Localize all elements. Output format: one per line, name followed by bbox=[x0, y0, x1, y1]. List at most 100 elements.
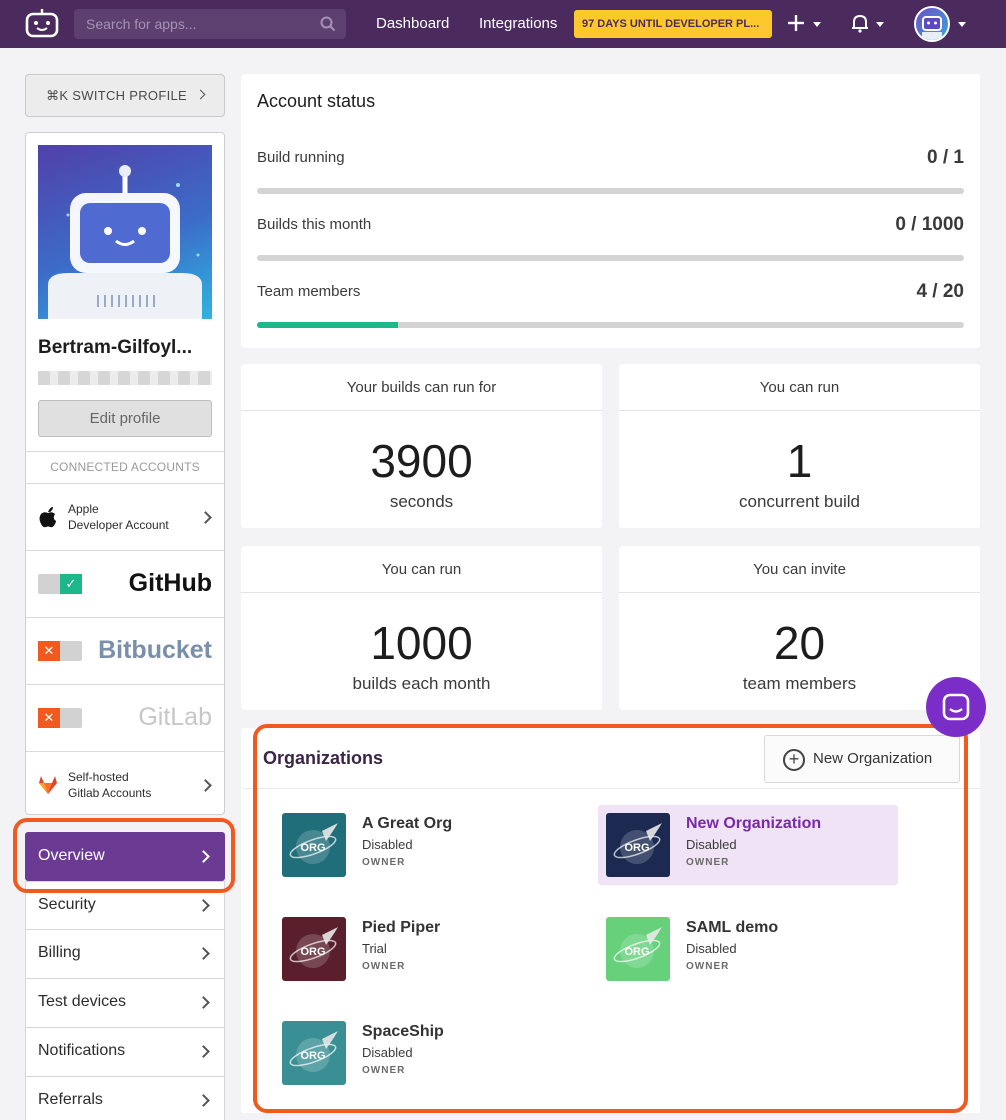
chevron-right-icon bbox=[197, 850, 210, 863]
github-logo: GitHub bbox=[128, 569, 212, 597]
org-status: Disabled bbox=[686, 837, 737, 852]
chevron-right-icon bbox=[197, 947, 210, 960]
build-running-value: 0 / 1 bbox=[927, 147, 964, 168]
bitrise-logo-icon[interactable] bbox=[24, 8, 60, 38]
sidebar-item-referrals[interactable]: Referrals bbox=[25, 1077, 225, 1120]
organization-tile[interactable]: ORG SAML demo Disabled OWNER bbox=[598, 909, 898, 989]
self-hosted-gitlab-label: Self-hosted Gitlab Accounts bbox=[68, 769, 151, 801]
apple-account-label: Apple Developer Account bbox=[68, 501, 169, 533]
org-name: SAML demo bbox=[686, 919, 779, 936]
apple-icon bbox=[39, 507, 56, 528]
stat-number: 20 bbox=[773, 617, 826, 669]
profile-email-redacted bbox=[38, 371, 212, 385]
org-name: A Great Org bbox=[362, 815, 453, 832]
organization-tile[interactable]: ORG Pied Piper Trial OWNER bbox=[274, 909, 574, 989]
sidebar-item-label: Test devices bbox=[38, 993, 127, 1010]
chevron-right-icon bbox=[199, 511, 212, 524]
stat-header: You can run bbox=[241, 546, 602, 593]
org-logo-text: ORG bbox=[300, 946, 325, 958]
chat-support-button[interactable] bbox=[926, 677, 986, 737]
trial-banner[interactable]: 97 DAYS UNTIL DEVELOPER PL... bbox=[574, 10, 772, 38]
team-members-label: Team members bbox=[257, 283, 361, 300]
edit-profile-button[interactable]: Edit profile bbox=[38, 400, 212, 437]
bell-icon[interactable] bbox=[850, 12, 870, 34]
account-chevron-icon[interactable] bbox=[958, 22, 966, 27]
new-organization-button[interactable]: + New Organization bbox=[764, 735, 960, 783]
check-icon: ✓ bbox=[60, 574, 82, 594]
build-running-label: Build running bbox=[257, 149, 345, 166]
stat-card-monthly-builds: You can run 1000 builds each month bbox=[241, 546, 602, 710]
nav-dashboard-link[interactable]: Dashboard bbox=[376, 15, 449, 32]
account-status-card: Account status Build running 0 / 1 Build… bbox=[241, 74, 980, 348]
chevron-right-icon bbox=[195, 89, 206, 100]
chat-icon bbox=[942, 693, 970, 721]
switch-profile-button[interactable]: ⌘K SWITCH PROFILE bbox=[25, 74, 225, 117]
stat-number: 1 bbox=[786, 435, 813, 487]
chevron-right-icon bbox=[197, 996, 210, 1009]
org-name: New Organization bbox=[686, 815, 822, 832]
apple-label-line2: Developer Account bbox=[68, 518, 169, 532]
self-hosted-gitlab-row[interactable]: Self-hosted Gitlab Accounts bbox=[26, 751, 224, 814]
account-status-title: Account status bbox=[257, 91, 376, 111]
apple-developer-account-row[interactable]: Apple Developer Account bbox=[26, 483, 224, 550]
apple-label-line1: Apple bbox=[68, 502, 99, 516]
sidebar-item-notifications[interactable]: Notifications bbox=[25, 1028, 225, 1077]
org-status: Trial bbox=[362, 941, 387, 956]
gitlab-account-row[interactable]: ✕ GitLab bbox=[26, 684, 224, 751]
stat-card-build-time: Your builds can run for 3900 seconds bbox=[241, 364, 602, 528]
github-connection-toggle[interactable]: ✓ bbox=[38, 574, 82, 594]
github-account-row[interactable]: ✓ GitHub bbox=[26, 550, 224, 617]
bitbucket-account-row[interactable]: ✕ Bitbucket bbox=[26, 617, 224, 684]
organization-tile[interactable]: ORG SpaceShip Disabled OWNER bbox=[274, 1013, 574, 1093]
sidebar-item-billing[interactable]: Billing bbox=[25, 930, 225, 979]
org-name: SpaceShip bbox=[362, 1023, 444, 1040]
org-rocket-icon: ORG bbox=[606, 813, 670, 877]
team-members-progress bbox=[257, 322, 964, 328]
stat-unit: team members bbox=[742, 674, 857, 693]
gitlab-label-line1: Self-hosted bbox=[68, 770, 129, 784]
sidebar-item-security[interactable]: Security bbox=[25, 881, 225, 930]
nav-integrations-link[interactable]: Integrations bbox=[479, 15, 557, 32]
org-status: Disabled bbox=[686, 941, 737, 956]
stat-unit: concurrent build bbox=[739, 492, 860, 511]
org-role: OWNER bbox=[686, 857, 730, 868]
org-status: Disabled bbox=[362, 837, 413, 852]
organization-tile[interactable]: ORG New Organization Disabled OWNER bbox=[598, 805, 898, 885]
gitlab-connection-toggle[interactable]: ✕ bbox=[38, 708, 82, 728]
robot-avatar-icon bbox=[922, 16, 942, 40]
chevron-right-icon bbox=[197, 1094, 210, 1107]
org-logo: ORG bbox=[282, 1021, 346, 1085]
sidebar-item-label: Notifications bbox=[38, 1042, 126, 1059]
builds-month-value: 0 / 1000 bbox=[895, 214, 964, 235]
plus-circle-icon: + bbox=[783, 749, 805, 771]
sidebar-item-test-devices[interactable]: Test devices bbox=[25, 979, 225, 1028]
add-menu-chevron-icon[interactable] bbox=[813, 22, 821, 27]
chevron-right-icon bbox=[199, 779, 212, 792]
organizations-title: Organizations bbox=[263, 748, 384, 768]
notifications-chevron-icon[interactable] bbox=[876, 22, 884, 27]
stat-header: Your builds can run for bbox=[241, 364, 602, 411]
bitbucket-connection-toggle[interactable]: ✕ bbox=[38, 641, 82, 661]
org-rocket-icon: ORG bbox=[282, 1021, 346, 1085]
stat-header: You can run bbox=[619, 364, 980, 411]
org-rocket-icon: ORG bbox=[282, 813, 346, 877]
chevron-right-icon bbox=[197, 899, 210, 912]
chevron-right-icon bbox=[197, 1045, 210, 1058]
add-icon[interactable] bbox=[786, 12, 806, 34]
org-logo-text: ORG bbox=[624, 842, 649, 854]
org-logo: ORG bbox=[282, 813, 346, 877]
close-icon: ✕ bbox=[38, 708, 60, 728]
sidebar-item-overview[interactable]: Overview bbox=[25, 832, 225, 881]
stat-unit: seconds bbox=[389, 492, 454, 511]
org-logo: ORG bbox=[282, 917, 346, 981]
build-running-progress bbox=[257, 188, 964, 194]
user-avatar[interactable] bbox=[914, 6, 950, 42]
org-role: OWNER bbox=[362, 1065, 406, 1076]
close-icon: ✕ bbox=[38, 641, 60, 661]
org-logo-text: ORG bbox=[300, 1050, 325, 1062]
search-input[interactable]: Search for apps... bbox=[74, 9, 346, 39]
team-members-value: 4 / 20 bbox=[916, 281, 964, 302]
stat-number: 1000 bbox=[370, 617, 473, 669]
sidebar-item-label: Security bbox=[38, 896, 96, 913]
organization-tile[interactable]: ORG A Great Org Disabled OWNER bbox=[274, 805, 574, 885]
